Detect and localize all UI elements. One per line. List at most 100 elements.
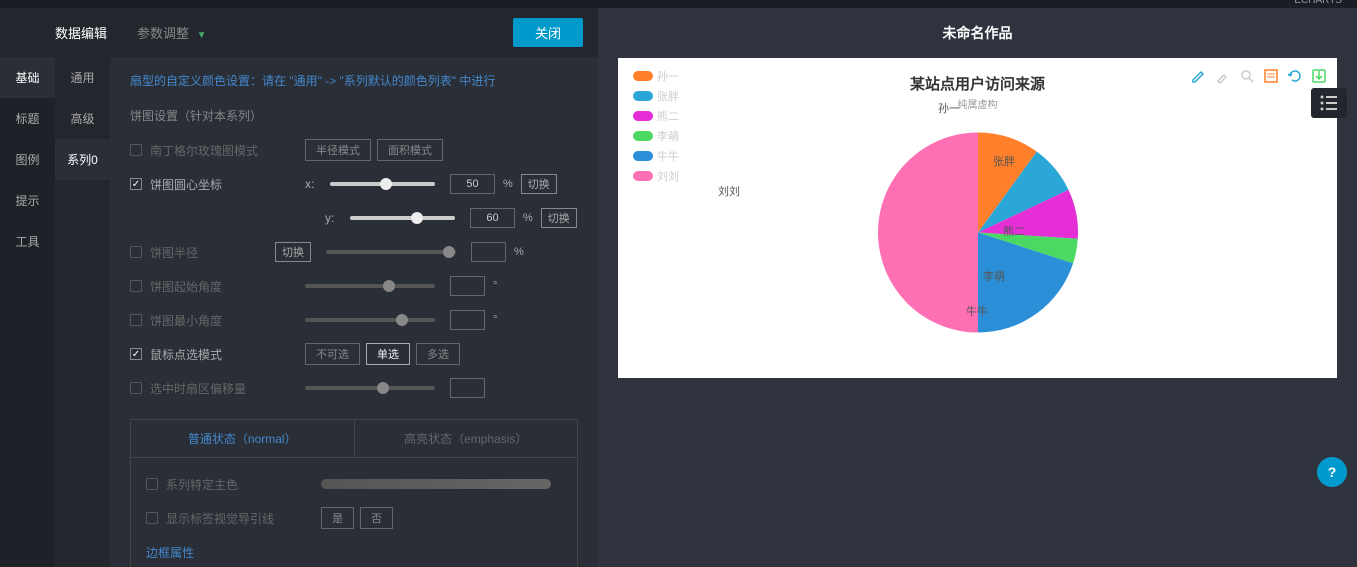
unit-percent-y: % (523, 212, 533, 224)
state-tab-content: 系列特定主色 显示标签视觉导引线 是 否 边框属性 (130, 458, 578, 567)
tab-basic[interactable]: 基础 (0, 57, 55, 98)
pie-slice-label: 牛牛 (966, 303, 988, 319)
label-center: 饼图圆心坐标 (150, 176, 305, 193)
legend-swatch (633, 71, 653, 81)
side-menu-button[interactable] (1311, 88, 1347, 118)
slider-min-angle[interactable] (305, 318, 435, 322)
panel-body: 基础 标题 图例 提示 工具 通用 高级 系列0 扇型的自定义颜色设置：请在 "… (0, 57, 598, 567)
pie-slice-label: 李萌 (983, 268, 1005, 284)
unit-percent-r: % (514, 246, 524, 258)
chart-toolbar (1191, 68, 1327, 84)
row-rose-mode: 南丁格尔玫瑰图模式 半径模式 面积模式 (130, 139, 578, 161)
slider-radius[interactable] (326, 250, 456, 254)
legend-label: 熊二 (657, 108, 679, 124)
btn-multi-select[interactable]: 多选 (416, 343, 460, 365)
input-radius[interactable] (471, 242, 506, 262)
checkbox-offset[interactable] (130, 382, 142, 394)
legend-label: 牛牛 (657, 148, 679, 164)
work-title: 未命名作品 (598, 8, 1357, 58)
legend-item[interactable]: 牛牛 (633, 148, 679, 164)
pie-slice-label: 熊二 (1003, 223, 1025, 239)
slider-y[interactable] (350, 216, 455, 220)
slider-offset[interactable] (305, 386, 435, 390)
legend-item[interactable]: 熊二 (633, 108, 679, 124)
label-min-angle: 饼图最小角度 (150, 312, 305, 329)
legend-item[interactable]: 张胖 (633, 88, 679, 104)
tab-title[interactable]: 标题 (0, 98, 55, 139)
label-offset: 选中时扇区偏移量 (150, 380, 305, 397)
checkbox-min-angle[interactable] (130, 314, 142, 326)
checkbox-select-mode[interactable] (130, 348, 142, 360)
label-radius: 饼图半径 (150, 244, 275, 261)
btn-area-mode[interactable]: 面积模式 (377, 139, 443, 161)
pie-slice-label: 孙一 (938, 100, 960, 116)
close-button[interactable]: 关闭 (513, 18, 583, 47)
label-series-color: 系列特定主色 (166, 476, 321, 493)
row-offset: 选中时扇区偏移量 (130, 377, 578, 399)
color-gradient-bar[interactable] (321, 479, 551, 489)
legend-label: 刘刘 (657, 168, 679, 184)
list-icon[interactable] (1263, 68, 1279, 84)
slider-start-angle[interactable] (305, 284, 435, 288)
tab-data-edit[interactable]: 数据编辑 (55, 23, 107, 42)
checkbox-series-color[interactable] (146, 478, 158, 490)
btn-no[interactable]: 否 (360, 507, 393, 529)
legend-swatch (633, 91, 653, 101)
tab-tooltip[interactable]: 提示 (0, 180, 55, 221)
btn-single-select[interactable]: 单选 (366, 343, 410, 365)
toggle-radius[interactable]: 切换 (275, 242, 311, 262)
checkbox-show-guide[interactable] (146, 512, 158, 524)
btn-not-selectable[interactable]: 不可选 (305, 343, 360, 365)
pie-slice-label: 张胖 (993, 153, 1015, 169)
input-x[interactable] (450, 174, 495, 194)
edit-icon[interactable] (1191, 68, 1207, 84)
subtab-common[interactable]: 通用 (55, 57, 110, 98)
legend-item[interactable]: 孙一 (633, 68, 679, 84)
legend-item[interactable]: 李萌 (633, 128, 679, 144)
toggle-y[interactable]: 切换 (541, 208, 577, 228)
legend-item[interactable]: 刘刘 (633, 168, 679, 184)
legend-label: 张胖 (657, 88, 679, 104)
chart-legend: 孙一张胖熊二李萌牛牛刘刘 (633, 68, 679, 188)
input-offset[interactable] (450, 378, 485, 398)
label-select-mode: 鼠标点选模式 (150, 346, 305, 363)
save-icon[interactable] (1311, 68, 1327, 84)
subtab-series0[interactable]: 系列0 (55, 139, 110, 180)
settings-scroll-area[interactable]: 扇型的自定义颜色设置：请在 "通用" -> "系列默认的颜色列表" 中进行 饼图… (110, 57, 598, 567)
help-button[interactable]: ? (1317, 457, 1347, 487)
row-min-angle: 饼图最小角度 ° (130, 309, 578, 331)
btn-radius-mode[interactable]: 半径模式 (305, 139, 371, 161)
tab-param-adjust[interactable]: 参数调整 ▼ (137, 23, 207, 42)
input-min-angle[interactable] (450, 310, 485, 330)
slider-x[interactable] (330, 182, 435, 186)
row-show-guide: 显示标签视觉导引线 是 否 (146, 507, 562, 529)
refresh-icon[interactable] (1287, 68, 1303, 84)
tab-normal-state[interactable]: 普通状态（normal） (131, 420, 355, 457)
checkbox-radius[interactable] (130, 246, 142, 258)
checkbox-rose[interactable] (130, 144, 142, 156)
row-series-color: 系列特定主色 (146, 473, 562, 495)
checkbox-center[interactable] (130, 178, 142, 190)
row-center-coord: 饼图圆心坐标 x: % 切换 (130, 173, 578, 195)
unit-percent-x: % (503, 178, 513, 190)
tab-toolbox[interactable]: 工具 (0, 221, 55, 262)
pie-slice[interactable] (878, 133, 978, 333)
top-app-bar: ECHARTS (0, 0, 1357, 8)
toggle-x[interactable]: 切换 (521, 174, 557, 194)
main-layout: 数据编辑 参数调整 ▼ 关闭 基础 标题 图例 提示 工具 通用 高级 系列0 … (0, 8, 1357, 567)
input-y[interactable] (470, 208, 515, 228)
btn-yes[interactable]: 是 (321, 507, 354, 529)
brush-icon[interactable] (1215, 68, 1231, 84)
main-tab-column: 基础 标题 图例 提示 工具 (0, 57, 55, 567)
search-icon[interactable] (1239, 68, 1255, 84)
chart-subtitle: 纯属虚构 (628, 96, 1327, 111)
tab-legend[interactable]: 图例 (0, 139, 55, 180)
row-border-props: 边框属性 (146, 541, 562, 563)
tab-emphasis-state[interactable]: 高亮状态（emphasis） (355, 420, 578, 457)
checkbox-start-angle[interactable] (130, 280, 142, 292)
subtab-advanced[interactable]: 高级 (55, 98, 110, 139)
row-select-mode: 鼠标点选模式 不可选 单选 多选 (130, 343, 578, 365)
link-border-props[interactable]: 边框属性 (146, 544, 194, 561)
input-start-angle[interactable] (450, 276, 485, 296)
section-title: 饼图设置（针对本系列） (130, 107, 578, 124)
